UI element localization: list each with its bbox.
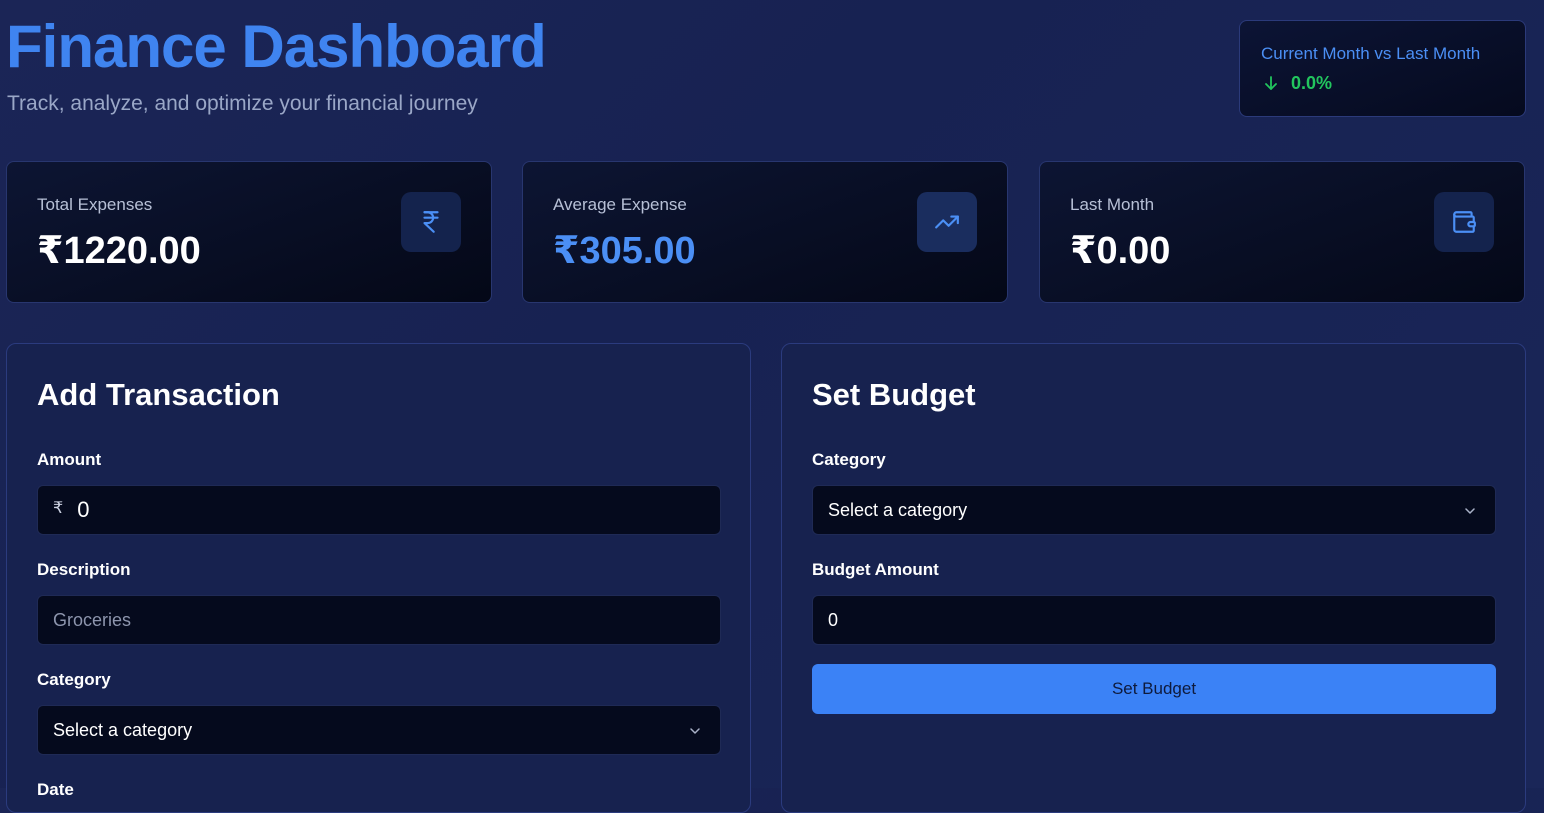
add-transaction-panel: Add Transaction Amount ₹ 0 Description G… — [6, 343, 751, 813]
rupee-prefix: ₹ — [53, 500, 64, 517]
stat-card-total-expenses: Total Expenses ₹1220.00 — [6, 161, 492, 303]
stat-value: ₹305.00 — [553, 230, 696, 272]
description-label: Description — [37, 560, 131, 579]
chevron-down-icon — [1465, 508, 1475, 514]
description-input[interactable]: Groceries — [37, 595, 721, 645]
page-subtitle: Track, analyze, and optimize your financ… — [7, 92, 478, 115]
budget-amount-value: 0 — [828, 609, 839, 630]
budget-category-selected-value: Select a category — [828, 499, 968, 520]
stat-icon-box — [401, 192, 461, 252]
chevron-down-icon — [690, 728, 700, 734]
comparison-value-row: 0.0% — [1261, 73, 1332, 94]
panel-title: Add Transaction — [37, 377, 280, 412]
set-budget-panel: Set Budget Category Select a category Bu… — [781, 343, 1526, 813]
stat-label: Last Month — [1070, 195, 1155, 214]
budget-amount-label: Budget Amount — [812, 560, 939, 579]
trending-up-icon — [935, 215, 959, 229]
comparison-title: Current Month vs Last Month — [1261, 44, 1481, 63]
arrow-down-icon — [1265, 75, 1277, 90]
category-selected-value: Select a category — [53, 719, 193, 740]
stat-value: ₹0.00 — [1070, 230, 1171, 272]
page-title: Finance Dashboard — [6, 13, 547, 80]
stat-value: ₹1220.00 — [37, 230, 201, 272]
category-select[interactable]: Select a category — [37, 705, 721, 755]
stat-label: Total Expenses — [37, 195, 153, 214]
stat-icon-box — [1434, 192, 1494, 252]
stat-card-last-month: Last Month ₹0.00 — [1039, 161, 1525, 303]
wallet-icon — [1453, 211, 1476, 233]
description-placeholder: Groceries — [53, 609, 132, 630]
stat-card-average-expense: Average Expense ₹305.00 — [522, 161, 1008, 303]
stat-label: Average Expense — [553, 195, 687, 214]
rupee-icon — [423, 211, 439, 233]
amount-value: 0 — [77, 497, 90, 522]
month-comparison-card: Current Month vs Last Month 0.0% — [1239, 20, 1526, 117]
budget-amount-input[interactable]: 0 — [812, 595, 1496, 645]
panel-title: Set Budget — [812, 377, 976, 412]
budget-category-select[interactable]: Select a category — [812, 485, 1496, 535]
stat-icon-box — [917, 192, 977, 252]
budget-category-label: Category — [812, 450, 886, 469]
amount-input[interactable]: ₹ 0 — [37, 485, 721, 535]
category-label: Category — [37, 670, 111, 689]
date-label: Date — [37, 780, 74, 799]
amount-label: Amount — [37, 450, 102, 469]
set-budget-button[interactable]: Set Budget — [812, 664, 1496, 714]
comparison-percentage: 0.0% — [1291, 73, 1333, 93]
